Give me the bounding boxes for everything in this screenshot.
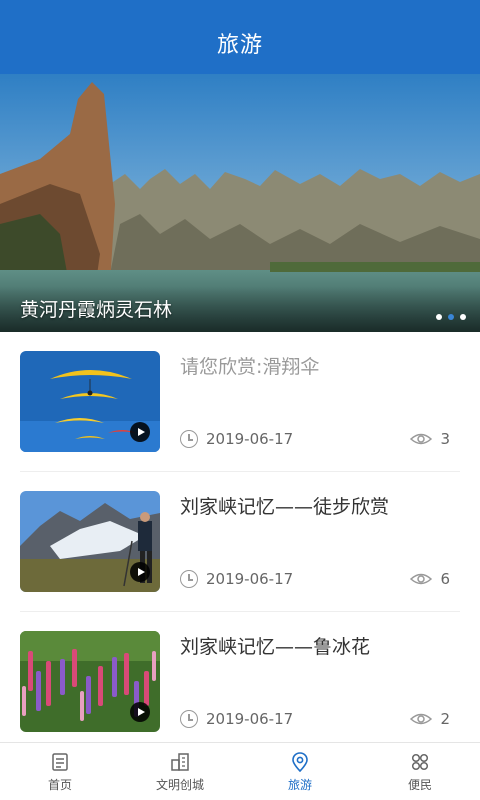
list-item[interactable]: 刘家峡记忆——徒步欣赏 2019-06-17 6	[20, 472, 460, 612]
carousel-dot	[436, 314, 442, 320]
article-views: 2	[410, 710, 450, 728]
views-count: 2	[440, 710, 450, 728]
eye-icon	[410, 713, 433, 725]
carousel-indicator	[436, 314, 466, 320]
views-count: 6	[440, 570, 450, 588]
article-list: 请您欣赏:滑翔伞 2019-06-17 3 刘家峡记忆——徒步欣赏 2019-0…	[0, 332, 480, 752]
date-text: 2019-06-17	[206, 710, 294, 728]
article-date: 2019-06-17	[180, 570, 293, 588]
article-views: 3	[410, 430, 450, 448]
tab-label: 旅游	[287, 777, 312, 792]
status-bar	[0, 0, 480, 12]
article-title: 刘家峡记忆——鲁冰花	[180, 636, 371, 658]
article-thumbnail	[20, 351, 160, 452]
tab-services[interactable]: 便民	[360, 743, 480, 800]
play-icon	[130, 702, 150, 722]
clock-icon	[180, 430, 198, 448]
tab-label: 便民	[407, 777, 432, 792]
article-date: 2019-06-17	[180, 430, 293, 448]
eye-icon	[410, 573, 433, 585]
clock-icon	[180, 570, 198, 588]
bottom-tab-bar: 首页 文明创城 旅游 便民	[0, 742, 480, 800]
play-icon	[130, 562, 150, 582]
tab-home[interactable]: 首页	[0, 743, 120, 800]
home-icon	[52, 752, 68, 771]
carousel-dot	[460, 314, 466, 320]
tab-civilization[interactable]: 文明创城	[120, 743, 240, 800]
banner-carousel[interactable]: 黄河丹霞炳灵石林	[0, 74, 480, 332]
article-date: 2019-06-17	[180, 710, 293, 728]
article-thumbnail	[20, 491, 160, 592]
tab-label: 首页	[47, 777, 72, 792]
tab-label: 文明创城	[155, 777, 204, 792]
banner-caption: 黄河丹霞炳灵石林	[20, 299, 173, 321]
date-text: 2019-06-17	[206, 430, 294, 448]
article-title: 刘家峡记忆——徒步欣赏	[180, 496, 390, 518]
article-thumbnail	[20, 631, 160, 732]
carousel-dot-active	[448, 314, 454, 320]
clock-icon	[180, 710, 198, 728]
eye-icon	[410, 433, 433, 445]
play-icon	[130, 422, 150, 442]
views-count: 3	[440, 430, 450, 448]
article-title: 请您欣赏:滑翔伞	[180, 356, 320, 378]
app-header: 旅游	[0, 12, 480, 74]
grid-icon	[411, 753, 429, 770]
location-pin-icon	[292, 751, 308, 772]
date-text: 2019-06-17	[206, 570, 294, 588]
city-icon	[171, 752, 189, 771]
list-item[interactable]: 刘家峡记忆——鲁冰花 2019-06-17 2	[20, 612, 460, 752]
page-title: 旅游	[216, 33, 263, 58]
tab-travel[interactable]: 旅游	[240, 743, 360, 800]
list-item[interactable]: 请您欣赏:滑翔伞 2019-06-17 3	[20, 332, 460, 472]
article-views: 6	[410, 570, 450, 588]
